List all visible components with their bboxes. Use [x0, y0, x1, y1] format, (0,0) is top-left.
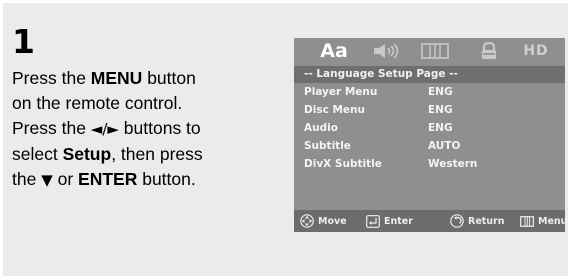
text: , then press [111, 144, 203, 164]
enter-keyword: ENTER [78, 169, 138, 189]
osd-tab-bar: Aa HD [294, 38, 565, 64]
enter-hint: Enter [366, 210, 413, 232]
text: the [12, 169, 42, 189]
down-arrow-icon: ▼ [41, 171, 53, 189]
instruction-panel: 1 Press the MENU button on the remote co… [3, 3, 568, 276]
text: or [52, 169, 79, 189]
instruction-line: Press the MENU button [12, 66, 267, 91]
menu-keyword: MENU [90, 68, 143, 88]
move-label: Move [318, 215, 347, 227]
text: buttons to [118, 118, 201, 138]
text: Press the [12, 68, 91, 88]
language-tab[interactable]: Aa [314, 38, 354, 64]
audio-tab[interactable] [369, 38, 405, 64]
subtitle-row[interactable]: Subtitle AUTO [294, 137, 565, 155]
enter-icon [366, 214, 380, 228]
row-label: Subtitle [304, 140, 351, 152]
return-icon [450, 214, 464, 228]
return-label: Return [468, 215, 505, 227]
menu-hint: Menu [520, 210, 567, 232]
return-hint: Return [450, 210, 505, 232]
row-value: ENG [428, 86, 453, 98]
row-label: DivX Subtitle [304, 158, 382, 170]
enter-label: Enter [384, 215, 413, 227]
setup-keyword: Setup [62, 144, 112, 164]
instruction-line: Press the ◄/► buttons to [12, 116, 267, 142]
disc-menu-row[interactable]: Disc Menu ENG [294, 101, 565, 119]
row-value: AUTO [428, 140, 461, 152]
row-value: ENG [428, 122, 453, 134]
menu-label: Menu [538, 215, 568, 227]
row-label: Player Menu [304, 86, 378, 98]
move-hint: Move [300, 210, 347, 232]
osd-settings-list: Player Menu ENG Disc Menu ENG Audio ENG Sub… [294, 83, 565, 173]
text: on the remote control. [12, 93, 183, 113]
row-value: ENG [428, 104, 453, 116]
row-label: Audio [304, 122, 338, 134]
instruction-line: on the remote control. [12, 91, 267, 116]
text: button [142, 68, 196, 88]
hd-tab[interactable]: HD [519, 38, 553, 64]
text: select [12, 144, 63, 164]
divx-subtitle-row[interactable]: DivX Subtitle Western [294, 155, 565, 173]
instructions-text: Press the MENU button on the remote cont… [12, 66, 267, 193]
speaker-icon [374, 43, 399, 59]
osd-page-title: -- Language Setup Page -- [294, 66, 565, 83]
display-tab[interactable] [419, 38, 451, 64]
menu-icon [520, 215, 534, 227]
player-menu-row[interactable]: Player Menu ENG [294, 83, 565, 101]
text: button. [137, 169, 196, 189]
osd-screen: Aa HD -- Language Setup Page -- Player M… [294, 38, 567, 232]
audio-row[interactable]: Audio ENG [294, 119, 565, 137]
lock-icon [482, 42, 496, 59]
step-number: 1 [12, 22, 35, 61]
parental-tab[interactable] [477, 38, 501, 64]
text: Press the [12, 118, 91, 138]
instruction-line: the ▼ or ENTER button. [12, 167, 267, 193]
row-value: Western [428, 158, 478, 170]
navigation-pad-icon [300, 214, 314, 228]
display-icon [421, 43, 449, 59]
instruction-line: select Setup, then press [12, 142, 267, 167]
osd-hint-bar: Move Enter Return Menu [294, 210, 567, 232]
left-right-arrows-icon: ◄/► [90, 120, 119, 138]
row-label: Disc Menu [304, 104, 365, 116]
